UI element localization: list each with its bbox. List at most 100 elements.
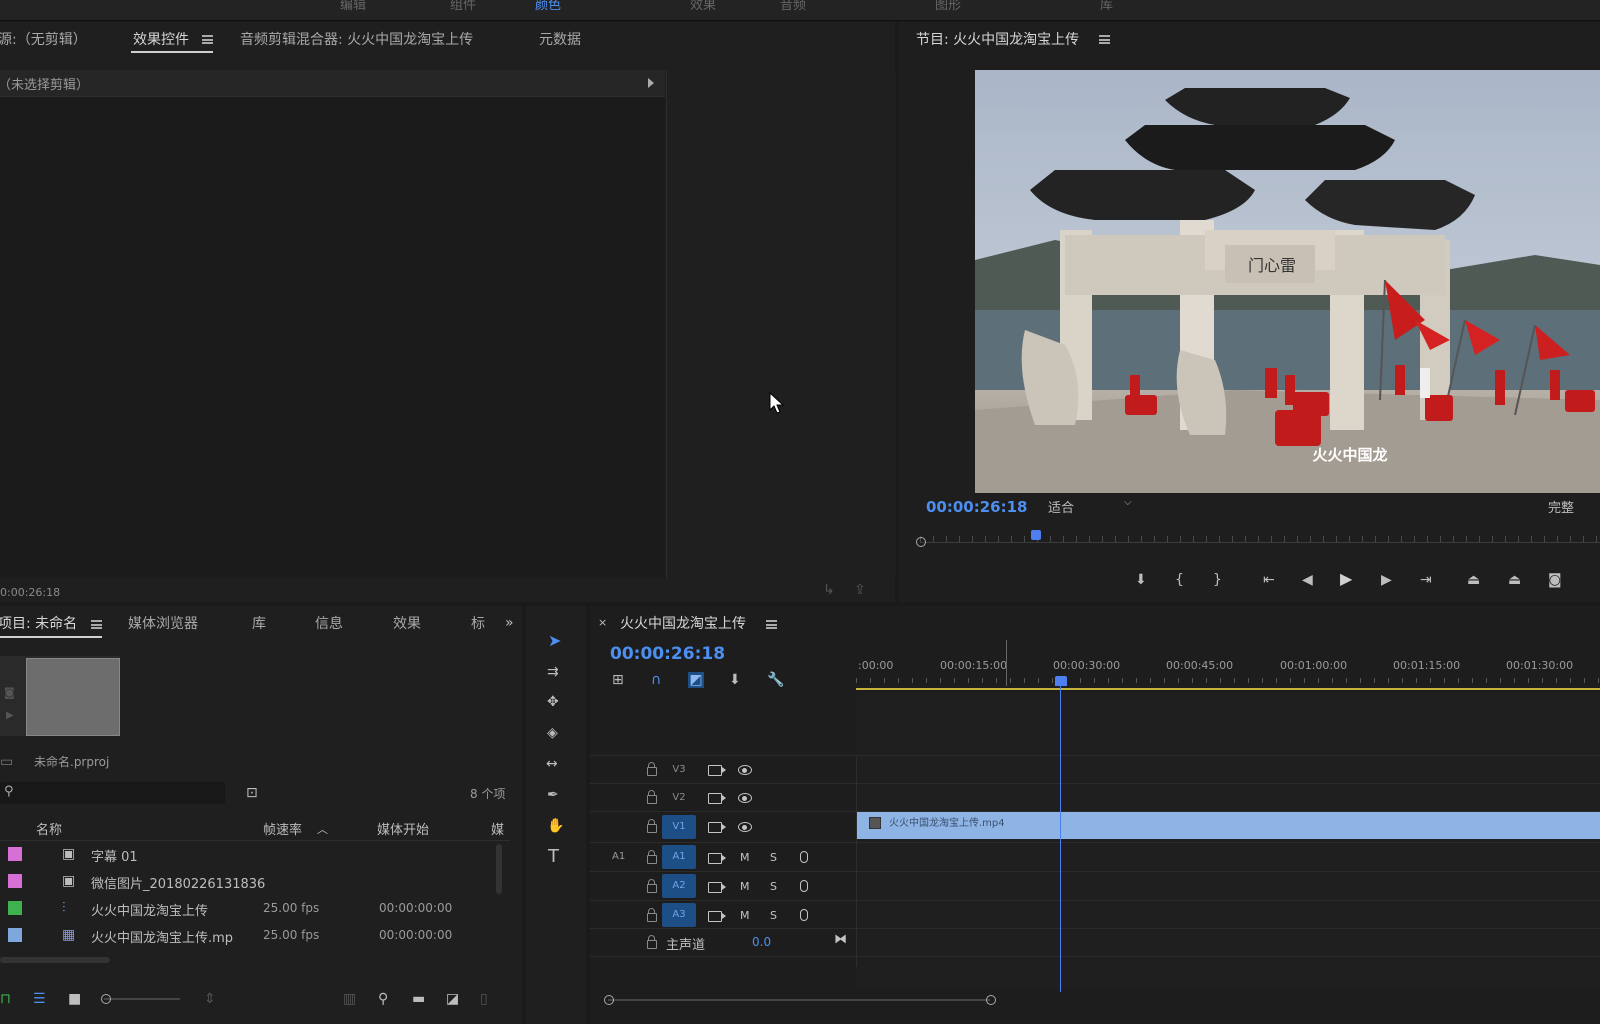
table-row[interactable]: ▣ 微信图片_20180226131836 xyxy=(0,869,495,895)
mute-button[interactable]: M xyxy=(740,851,750,864)
slip-tool-icon[interactable]: ↔ xyxy=(546,756,558,772)
work-area-bar[interactable] xyxy=(856,688,1600,690)
track-target[interactable]: V3 xyxy=(662,758,696,782)
track-header-master[interactable]: 主声道 0.0 ⧓ xyxy=(590,929,856,956)
top-menu-item[interactable]: 组件 xyxy=(450,0,476,13)
track-target[interactable]: V1 xyxy=(662,815,696,839)
top-menu-item[interactable]: 颜色 xyxy=(535,0,561,13)
panel-menu-icon[interactable] xyxy=(202,35,213,44)
track-header-a1[interactable]: A1 A1 M S xyxy=(590,843,856,871)
sync-lock-icon[interactable] xyxy=(708,765,726,776)
sync-lock-icon[interactable] xyxy=(708,882,726,893)
fit-dropdown[interactable]: 适合 ⌵ xyxy=(1046,496,1136,516)
quality-dropdown-value[interactable]: 完整 xyxy=(1548,497,1574,516)
mute-button[interactable]: M xyxy=(740,909,750,922)
go-to-out-icon[interactable]: ⇥ xyxy=(1420,572,1432,588)
program-timecode[interactable]: 00:00:26:18 xyxy=(926,498,1028,516)
new-item-icon[interactable]: ◪ xyxy=(446,991,459,1007)
go-to-end-icon[interactable]: ⧓ xyxy=(834,932,847,947)
wrench-icon[interactable]: 🔧 xyxy=(767,672,784,688)
track-target[interactable]: V2 xyxy=(662,786,696,810)
eye-icon[interactable] xyxy=(738,793,752,803)
top-menu-item[interactable]: 效果 xyxy=(690,0,716,13)
microphone-icon[interactable] xyxy=(800,909,808,921)
project-horizontal-scrollbar[interactable] xyxy=(0,957,110,963)
program-scrubber[interactable] xyxy=(916,530,1600,552)
track-header-v2[interactable]: V2 xyxy=(590,784,856,811)
track-lock-icon[interactable] xyxy=(647,762,657,776)
nest-toggle-icon[interactable]: ⊞ xyxy=(612,672,624,688)
zoom-slider-handle[interactable] xyxy=(101,994,111,1004)
lock-icon[interactable]: ⊓ xyxy=(0,991,11,1007)
go-to-in-icon[interactable]: ⇤ xyxy=(1263,572,1275,588)
column-media-start[interactable]: 媒体开始 xyxy=(377,819,429,838)
project-search-input[interactable]: ⚲ xyxy=(0,782,225,804)
eye-icon[interactable] xyxy=(738,822,752,832)
top-menu-item[interactable]: 图形 xyxy=(935,0,961,13)
icon-view-icon[interactable]: ■ xyxy=(68,991,81,1007)
tab-project[interactable]: 项目: 未命名 xyxy=(0,613,77,633)
tab-libraries[interactable]: 库 xyxy=(252,613,266,633)
tab-audio-clip-mixer[interactable]: 音频剪辑混合器: 火火中国龙淘宝上传 xyxy=(240,29,473,49)
linked-selection-icon[interactable]: ◩ xyxy=(688,672,704,688)
automate-icon[interactable]: ▥ xyxy=(343,991,356,1007)
track-target[interactable]: A1 xyxy=(662,845,696,869)
timeline-zoom-scrollbar[interactable] xyxy=(604,995,996,1005)
source-patch-label[interactable]: A1 xyxy=(612,851,625,862)
track-header-a3[interactable]: A3 M S xyxy=(590,901,856,929)
table-row[interactable]: ▦ 火火中国龙淘宝上传.mp 25.00 fps 00:00:00:00 xyxy=(0,923,495,949)
column-frame-rate[interactable]: 帧速率 xyxy=(263,819,302,838)
tab-metadata[interactable]: 元数据 xyxy=(539,29,581,49)
label-color-swatch[interactable] xyxy=(8,901,22,915)
list-view-icon[interactable]: ☰ xyxy=(33,991,46,1007)
project-vertical-scrollbar[interactable] xyxy=(496,844,502,894)
sync-lock-icon[interactable] xyxy=(708,853,726,864)
track-lock-icon[interactable] xyxy=(647,819,657,833)
razor-tool-icon[interactable]: ◈ xyxy=(547,725,558,741)
pen-tool-icon[interactable]: ✒ xyxy=(547,787,559,803)
sync-lock-icon[interactable] xyxy=(708,822,726,833)
play-icon[interactable]: ▶ xyxy=(1340,571,1352,587)
tab-markers[interactable]: 标 xyxy=(471,613,485,633)
column-name[interactable]: 名称 xyxy=(36,819,62,838)
type-tool-icon[interactable]: T xyxy=(548,848,559,866)
track-target[interactable]: A2 xyxy=(662,874,696,898)
label-color-swatch[interactable] xyxy=(8,928,22,942)
tab-effect-controls[interactable]: 效果控件 xyxy=(133,29,189,49)
sync-lock-icon[interactable] xyxy=(708,793,726,804)
top-menu-item[interactable]: 编辑 xyxy=(340,0,366,13)
project-menu-icon[interactable] xyxy=(91,620,102,629)
export-icon[interactable]: ⇪ xyxy=(854,582,866,598)
track-lock-icon[interactable] xyxy=(647,879,657,893)
timeline-timecode[interactable]: 00:00:26:18 xyxy=(610,644,725,664)
trash-icon[interactable]: ▯ xyxy=(480,991,488,1007)
track-header-v1[interactable]: V1 xyxy=(590,812,856,842)
table-row[interactable]: ▣ 字幕 01 xyxy=(0,842,495,868)
zoom-slider[interactable] xyxy=(101,994,180,1004)
track-target[interactable]: A3 xyxy=(662,903,696,927)
sequence-tab[interactable]: 火火中国龙淘宝上传 xyxy=(620,613,746,633)
microphone-icon[interactable] xyxy=(800,851,808,863)
snap-icon[interactable]: ∩ xyxy=(651,672,661,688)
track-header-a2[interactable]: A2 M S xyxy=(590,872,856,900)
new-bin-icon[interactable]: ▬ xyxy=(412,991,425,1007)
track-header-v3[interactable]: V3 xyxy=(590,756,856,783)
master-volume-value[interactable]: 0.0 xyxy=(752,935,771,949)
hand-tool-icon[interactable]: ✋ xyxy=(547,818,564,834)
tab-media-browser[interactable]: 媒体浏览器 xyxy=(128,613,198,633)
track-lock-icon[interactable] xyxy=(647,850,657,864)
mark-in-icon[interactable]: { xyxy=(1175,572,1184,588)
zoom-handle-right[interactable] xyxy=(986,995,996,1005)
extract-icon[interactable]: ⏏ xyxy=(1508,572,1521,588)
scrubber-playhead[interactable] xyxy=(1030,530,1041,540)
track-lock-icon[interactable] xyxy=(647,908,657,922)
add-marker-icon[interactable]: ⬇ xyxy=(1135,572,1147,588)
new-search-bin-icon[interactable]: ⊡ xyxy=(246,785,258,801)
tab-effects[interactable]: 效果 xyxy=(393,613,421,633)
find-icon[interactable]: ⚲ xyxy=(378,991,388,1007)
expand-arrow-icon[interactable] xyxy=(648,78,654,88)
mute-button[interactable]: M xyxy=(740,880,750,893)
ripple-edit-tool-icon[interactable]: ✥ xyxy=(547,694,559,710)
microphone-icon[interactable] xyxy=(800,880,808,892)
label-color-swatch[interactable] xyxy=(8,847,22,861)
